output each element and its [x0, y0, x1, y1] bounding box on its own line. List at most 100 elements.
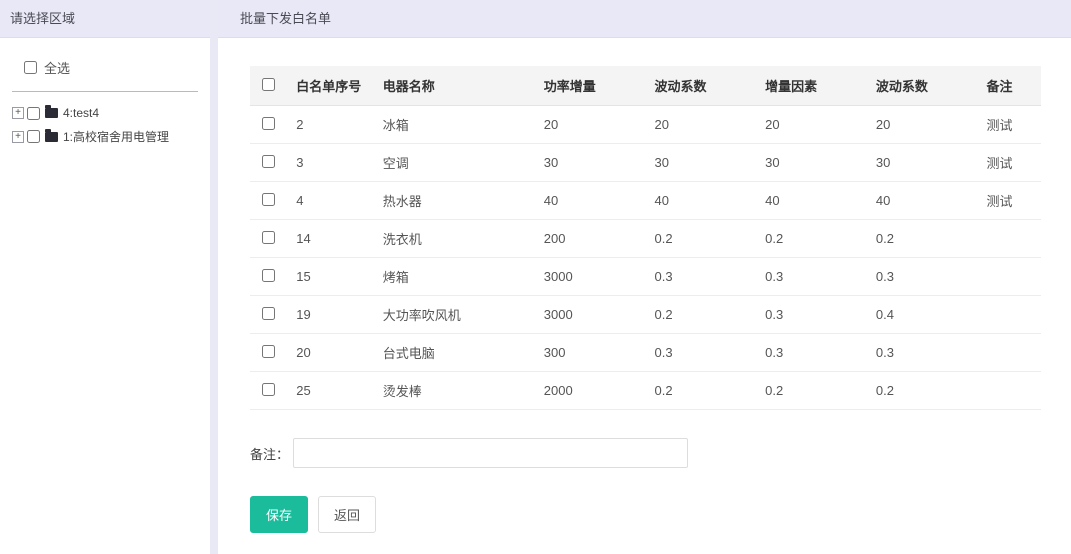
table-cell: 0.3	[757, 258, 868, 296]
table-row: 3空调30303030测试	[250, 144, 1041, 182]
expand-icon[interactable]: +	[12, 131, 24, 143]
table-cell: 30	[757, 144, 868, 182]
table-cell: 0.3	[868, 334, 979, 372]
header-checkbox[interactable]	[262, 78, 275, 91]
row-checkbox-cell	[250, 372, 288, 410]
table-cell	[979, 372, 1041, 410]
region-sidebar: 请选择区域 全选 + 4:test4 + 1:高校宿舍用电管理	[0, 0, 210, 554]
table-row: 19大功率吹风机30000.20.30.4	[250, 296, 1041, 334]
table-cell: 0.2	[868, 372, 979, 410]
remark-row: 备注：	[250, 438, 1041, 468]
table-cell: 0.3	[646, 258, 757, 296]
table-cell: 20	[536, 106, 647, 144]
main-body: 白名单序号 电器名称 功率增量 波动系数 增量因素 波动系数 备注 2冰箱202…	[218, 38, 1071, 533]
tree-node-checkbox[interactable]	[27, 107, 40, 120]
table-cell: 0.2	[646, 296, 757, 334]
table-cell: 40	[646, 182, 757, 220]
column-header: 增量因素	[757, 66, 868, 106]
table-cell: 40	[868, 182, 979, 220]
sidebar-title: 请选择区域	[0, 0, 210, 38]
table-cell: 0.2	[646, 220, 757, 258]
whitelist-panel: 批量下发白名单 白名单序号 电器名称 功率增量 波动系数 增量因素 波动系数 备…	[218, 0, 1071, 554]
table-cell	[979, 258, 1041, 296]
table-cell: 20	[288, 334, 375, 372]
column-header: 波动系数	[868, 66, 979, 106]
button-row: 保存 返回	[250, 496, 1041, 533]
table-cell: 3000	[536, 296, 647, 334]
tree-node-label[interactable]: 1:高校宿舍用电管理	[63, 128, 169, 145]
table-cell: 40	[536, 182, 647, 220]
table-cell: 300	[536, 334, 647, 372]
expand-icon[interactable]: +	[12, 107, 24, 119]
remark-label: 备注：	[250, 444, 289, 463]
table-cell: 测试	[979, 144, 1041, 182]
table-cell: 0.2	[646, 372, 757, 410]
table-row: 2冰箱20202020测试	[250, 106, 1041, 144]
column-header: 白名单序号	[288, 66, 375, 106]
row-checkbox[interactable]	[262, 231, 275, 244]
table-cell: 台式电脑	[375, 334, 536, 372]
table-cell: 测试	[979, 106, 1041, 144]
table-head: 白名单序号 电器名称 功率增量 波动系数 增量因素 波动系数 备注	[250, 66, 1041, 106]
table-cell: 0.3	[757, 296, 868, 334]
table-cell: 40	[757, 182, 868, 220]
row-checkbox[interactable]	[262, 155, 275, 168]
row-checkbox[interactable]	[262, 193, 275, 206]
row-checkbox-cell	[250, 106, 288, 144]
table-cell: 2	[288, 106, 375, 144]
tree-node-checkbox[interactable]	[27, 130, 40, 143]
column-header: 备注	[979, 66, 1041, 106]
row-checkbox[interactable]	[262, 117, 275, 130]
table-row: 14洗衣机2000.20.20.2	[250, 220, 1041, 258]
table-cell: 20	[757, 106, 868, 144]
table-cell	[979, 220, 1041, 258]
tree-node[interactable]: + 4:test4	[12, 106, 198, 120]
row-checkbox-cell	[250, 296, 288, 334]
table-cell: 0.2	[868, 220, 979, 258]
whitelist-table: 白名单序号 电器名称 功率增量 波动系数 增量因素 波动系数 备注 2冰箱202…	[250, 66, 1041, 410]
row-checkbox[interactable]	[262, 345, 275, 358]
select-all-row: 全选	[12, 56, 198, 92]
save-button[interactable]: 保存	[250, 496, 308, 533]
row-checkbox-cell	[250, 334, 288, 372]
table-cell: 0.2	[757, 220, 868, 258]
table-cell: 20	[868, 106, 979, 144]
column-header: 波动系数	[646, 66, 757, 106]
table-cell: 0.4	[868, 296, 979, 334]
row-checkbox[interactable]	[262, 383, 275, 396]
table-cell: 25	[288, 372, 375, 410]
table-cell: 14	[288, 220, 375, 258]
row-checkbox-cell	[250, 144, 288, 182]
table-cell: 0.3	[757, 334, 868, 372]
table-cell: 200	[536, 220, 647, 258]
select-all-label[interactable]: 全选	[44, 58, 70, 77]
table-cell: 0.3	[646, 334, 757, 372]
column-header: 电器名称	[375, 66, 536, 106]
remark-input[interactable]	[293, 438, 688, 468]
table-cell: 20	[646, 106, 757, 144]
row-checkbox[interactable]	[262, 307, 275, 320]
row-checkbox-cell	[250, 258, 288, 296]
tree-node-label[interactable]: 4:test4	[63, 106, 99, 120]
table-cell: 大功率吹风机	[375, 296, 536, 334]
table-body: 2冰箱20202020测试3空调30303030测试4热水器40404040测试…	[250, 106, 1041, 410]
table-cell: 热水器	[375, 182, 536, 220]
row-checkbox-cell	[250, 182, 288, 220]
table-cell: 3	[288, 144, 375, 182]
table-cell: 4	[288, 182, 375, 220]
row-checkbox[interactable]	[262, 269, 275, 282]
folder-icon	[45, 132, 58, 142]
table-cell: 30	[646, 144, 757, 182]
table-row: 20台式电脑3000.30.30.3	[250, 334, 1041, 372]
tree-node[interactable]: + 1:高校宿舍用电管理	[12, 128, 198, 145]
table-cell: 冰箱	[375, 106, 536, 144]
table-cell: 0.2	[757, 372, 868, 410]
table-cell: 15	[288, 258, 375, 296]
table-row: 15烤箱30000.30.30.3	[250, 258, 1041, 296]
table-cell: 洗衣机	[375, 220, 536, 258]
folder-icon	[45, 108, 58, 118]
back-button[interactable]: 返回	[318, 496, 376, 533]
table-cell: 2000	[536, 372, 647, 410]
table-cell	[979, 296, 1041, 334]
select-all-checkbox[interactable]	[24, 61, 37, 74]
